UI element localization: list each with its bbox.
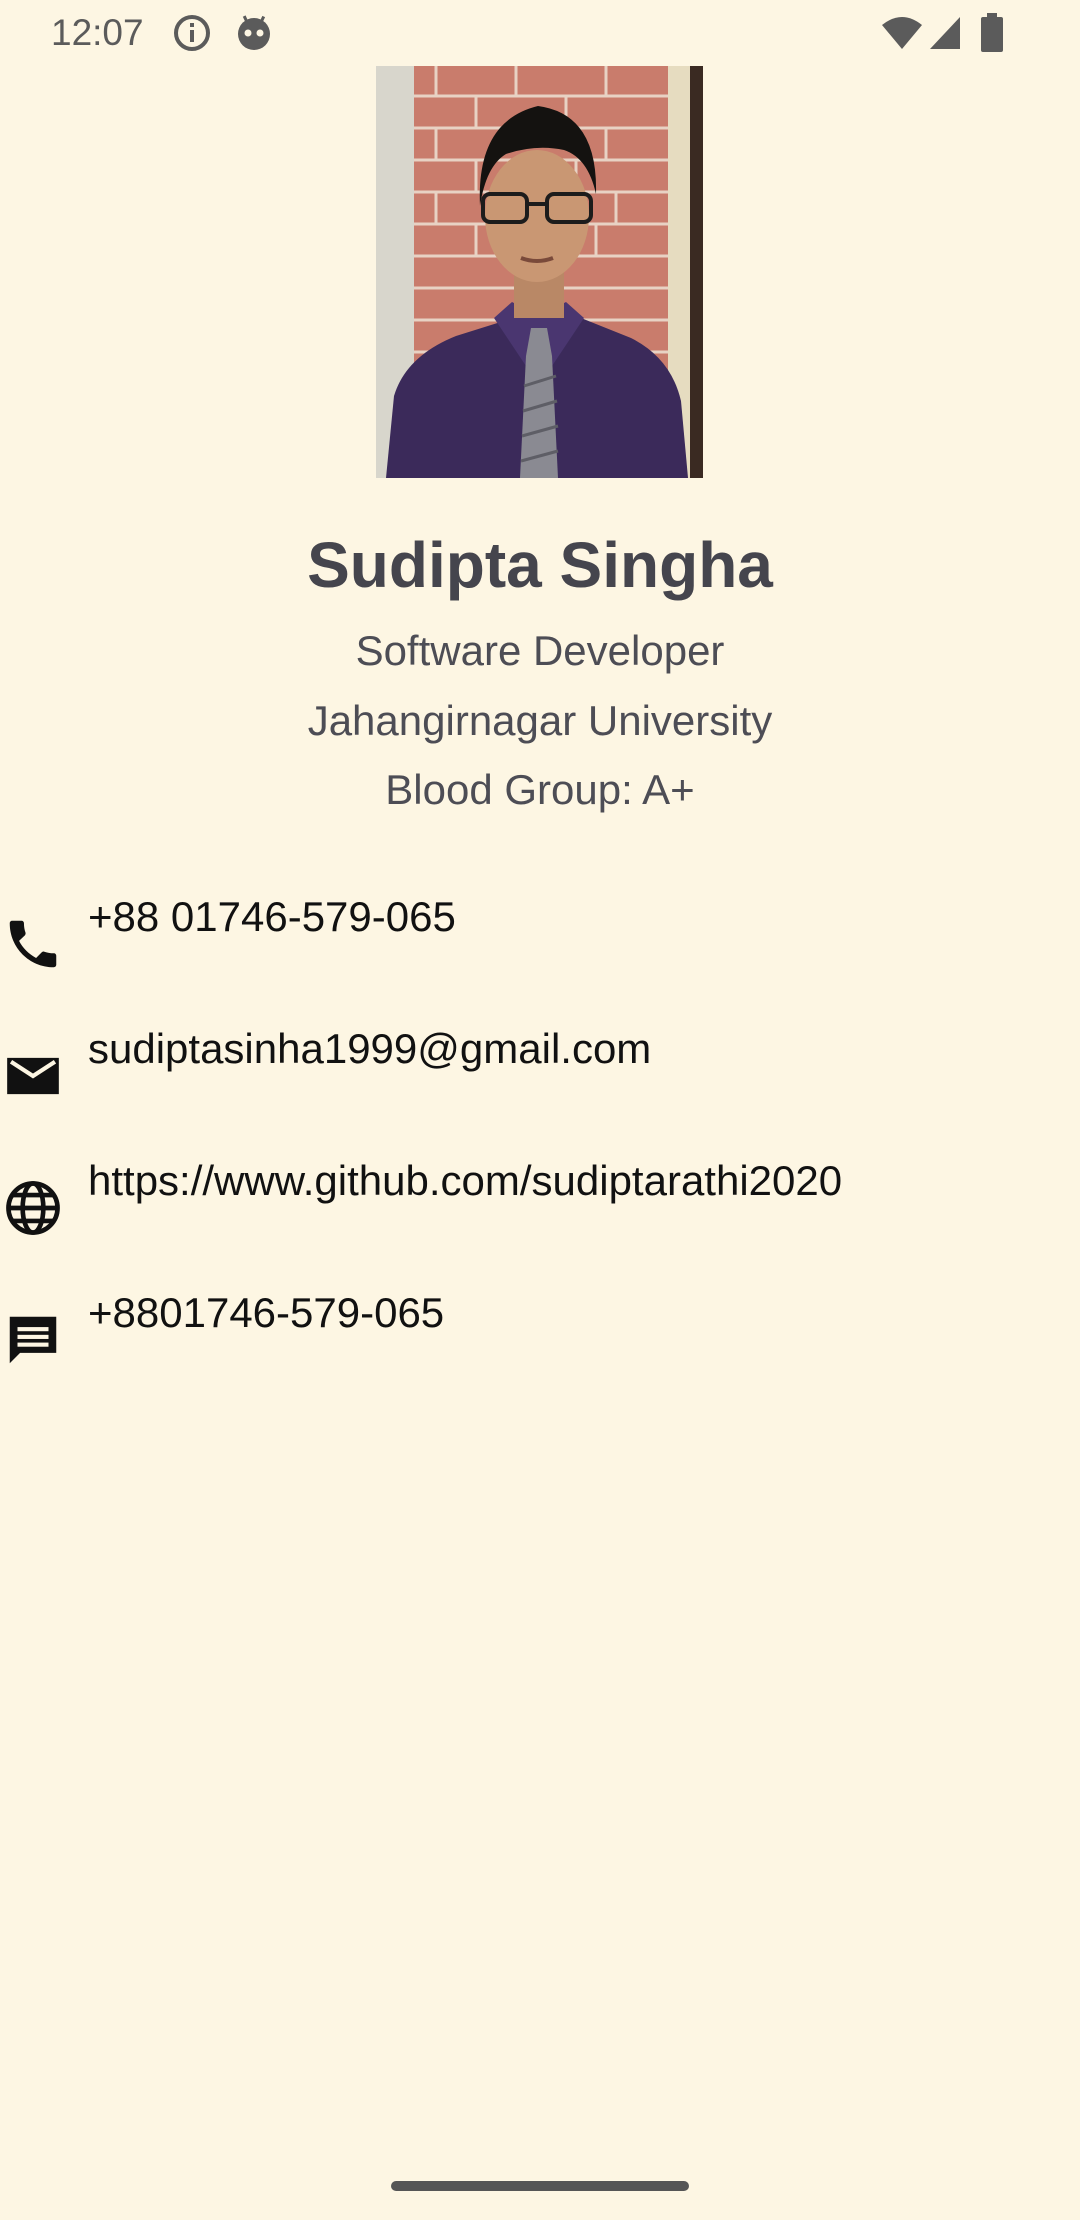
- profile-name: Sudipta Singha: [307, 529, 773, 601]
- info-icon: [172, 13, 212, 58]
- profile-title: Software Developer: [355, 627, 725, 674]
- contact-row-phone[interactable]: +88 01746-579-065: [0, 893, 1080, 1003]
- robot-icon: [234, 13, 274, 58]
- profile-blood-group: Blood Group: A+: [385, 766, 695, 813]
- contact-row-message[interactable]: +8801746-579-065: [0, 1289, 1080, 1399]
- wifi-icon: [880, 15, 924, 56]
- email-icon: [2, 1045, 64, 1107]
- contact-phone-text: +88 01746-579-065: [88, 893, 456, 940]
- contact-email-text: sudiptasinha1999@gmail.com: [88, 1025, 652, 1072]
- battery-icon: [980, 13, 1004, 58]
- contact-row-email[interactable]: sudiptasinha1999@gmail.com: [0, 1025, 1080, 1135]
- contact-message-text: +8801746-579-065: [88, 1289, 445, 1336]
- status-time: 12:07: [51, 12, 144, 53]
- message-icon: [2, 1309, 64, 1371]
- home-indicator[interactable]: [391, 2181, 689, 2191]
- status-bar: 12:07: [0, 0, 1080, 66]
- contact-row-website[interactable]: https://www.github.com/sudiptarathi2020: [0, 1157, 1080, 1267]
- phone-icon: [2, 913, 64, 975]
- signal-icon: [928, 15, 962, 56]
- profile-photo: [376, 66, 703, 478]
- contact-website-text: https://www.github.com/sudiptarathi2020: [88, 1157, 843, 1204]
- profile-institution: Jahangirnagar University: [307, 697, 773, 744]
- globe-icon: [2, 1177, 64, 1239]
